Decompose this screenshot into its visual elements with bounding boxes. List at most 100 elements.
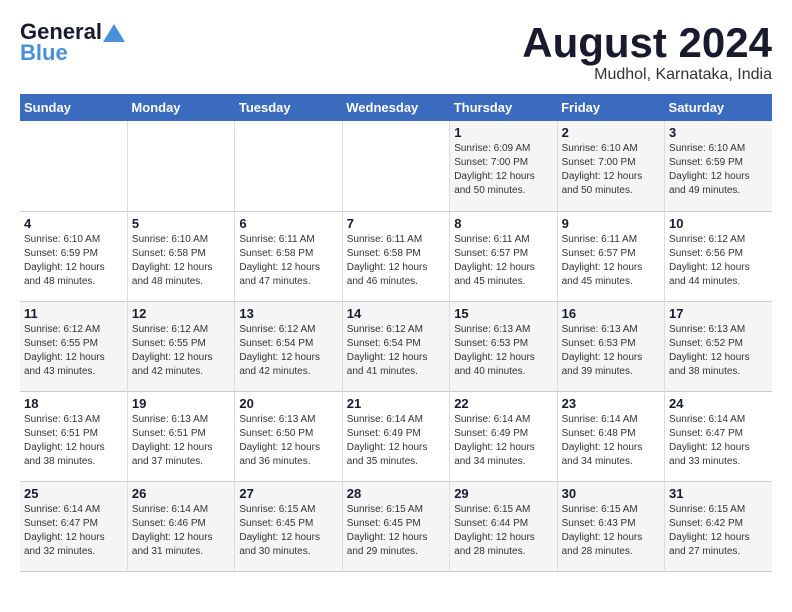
calendar-week-row: 18 Sunrise: 6:13 AM Sunset: 6:51 PM Dayli… — [20, 391, 772, 481]
day-number: 5 — [132, 216, 230, 231]
title-block: August 2024 Mudhol, Karnataka, India — [522, 20, 772, 84]
day-info: Sunrise: 6:13 AM Sunset: 6:50 PM Dayligh… — [239, 413, 337, 469]
day-info: Sunrise: 6:10 AM Sunset: 6:58 PM Dayligh… — [132, 233, 230, 289]
day-info: Sunrise: 6:09 AM Sunset: 7:00 PM Dayligh… — [454, 142, 552, 198]
day-number: 8 — [454, 216, 552, 231]
day-number: 26 — [132, 486, 230, 501]
day-info: Sunrise: 6:13 AM Sunset: 6:53 PM Dayligh… — [454, 323, 552, 379]
calendar-day-cell: 19 Sunrise: 6:13 AM Sunset: 6:51 PM Dayli… — [127, 391, 234, 481]
calendar-day-cell: 11Sunrise: 6:12 AM Sunset: 6:55 PM Dayli… — [20, 301, 127, 391]
subtitle: Mudhol, Karnataka, India — [522, 66, 772, 84]
day-info: Sunrise: 6:13 AM Sunset: 6:53 PM Dayligh… — [562, 323, 660, 379]
calendar-day-cell: 14 Sunrise: 6:12 AM Sunset: 6:54 PM Dayli… — [342, 301, 449, 391]
logo-triangle-icon — [103, 24, 125, 42]
calendar-day-cell: 15 Sunrise: 6:13 AM Sunset: 6:53 PM Dayli… — [450, 301, 557, 391]
logo: General Blue — [20, 20, 125, 66]
weekday-header-row: SundayMondayTuesdayWednesdayThursdayFrid… — [20, 94, 772, 121]
day-info: Sunrise: 6:11 AM Sunset: 6:58 PM Dayligh… — [347, 233, 445, 289]
day-info: Sunrise: 6:15 AM Sunset: 6:43 PM Dayligh… — [562, 503, 660, 559]
day-info: Sunrise: 6:12 AM Sunset: 6:54 PM Dayligh… — [347, 323, 445, 379]
day-number: 2 — [562, 125, 660, 140]
calendar-day-cell: 31 Sunrise: 6:15 AM Sunset: 6:42 PM Dayli… — [665, 481, 772, 571]
calendar-header: SundayMondayTuesdayWednesdayThursdayFrid… — [20, 94, 772, 121]
page-header: General Blue August 2024 Mudhol, Karnata… — [20, 20, 772, 84]
calendar-day-cell: 1 Sunrise: 6:09 AM Sunset: 7:00 PM Daylig… — [450, 121, 557, 211]
calendar-table: SundayMondayTuesdayWednesdayThursdayFrid… — [20, 94, 772, 572]
day-info: Sunrise: 6:12 AM Sunset: 6:56 PM Dayligh… — [669, 233, 768, 289]
calendar-day-cell: 9 Sunrise: 6:11 AM Sunset: 6:57 PM Daylig… — [557, 211, 664, 301]
calendar-day-cell: 26 Sunrise: 6:14 AM Sunset: 6:46 PM Dayli… — [127, 481, 234, 571]
calendar-day-cell: 12 Sunrise: 6:12 AM Sunset: 6:55 PM Dayli… — [127, 301, 234, 391]
day-info: Sunrise: 6:14 AM Sunset: 6:46 PM Dayligh… — [132, 503, 230, 559]
calendar-day-cell: 17 Sunrise: 6:13 AM Sunset: 6:52 PM Dayli… — [665, 301, 772, 391]
day-number: 9 — [562, 216, 660, 231]
calendar-day-cell: 7 Sunrise: 6:11 AM Sunset: 6:58 PM Daylig… — [342, 211, 449, 301]
day-info: Sunrise: 6:11 AM Sunset: 6:57 PM Dayligh… — [562, 233, 660, 289]
day-number: 22 — [454, 396, 552, 411]
calendar-day-cell: 21Sunrise: 6:14 AM Sunset: 6:49 PM Dayli… — [342, 391, 449, 481]
day-number: 30 — [562, 486, 660, 501]
day-number: 6 — [239, 216, 337, 231]
day-number: 10 — [669, 216, 768, 231]
day-number: 18 — [24, 396, 123, 411]
calendar-day-cell: 18 Sunrise: 6:13 AM Sunset: 6:51 PM Dayli… — [20, 391, 127, 481]
calendar-body: 1 Sunrise: 6:09 AM Sunset: 7:00 PM Daylig… — [20, 121, 772, 571]
calendar-day-cell: 22Sunrise: 6:14 AM Sunset: 6:49 PM Dayli… — [450, 391, 557, 481]
day-number: 20 — [239, 396, 337, 411]
calendar-empty-cell — [235, 121, 342, 211]
day-info: Sunrise: 6:14 AM Sunset: 6:47 PM Dayligh… — [24, 503, 123, 559]
day-number: 1 — [454, 125, 552, 140]
day-number: 28 — [347, 486, 445, 501]
day-info: Sunrise: 6:12 AM Sunset: 6:54 PM Dayligh… — [239, 323, 337, 379]
day-number: 27 — [239, 486, 337, 501]
calendar-day-cell: 3Sunrise: 6:10 AM Sunset: 6:59 PM Daylig… — [665, 121, 772, 211]
day-info: Sunrise: 6:15 AM Sunset: 6:45 PM Dayligh… — [239, 503, 337, 559]
day-number: 4 — [24, 216, 123, 231]
day-number: 12 — [132, 306, 230, 321]
day-info: Sunrise: 6:15 AM Sunset: 6:42 PM Dayligh… — [669, 503, 768, 559]
day-number: 25 — [24, 486, 123, 501]
day-info: Sunrise: 6:13 AM Sunset: 6:52 PM Dayligh… — [669, 323, 768, 379]
day-info: Sunrise: 6:13 AM Sunset: 6:51 PM Dayligh… — [24, 413, 123, 469]
calendar-day-cell: 13Sunrise: 6:12 AM Sunset: 6:54 PM Dayli… — [235, 301, 342, 391]
weekday-header-thursday: Thursday — [450, 94, 557, 121]
day-number: 23 — [562, 396, 660, 411]
calendar-empty-cell — [342, 121, 449, 211]
calendar-day-cell: 24Sunrise: 6:14 AM Sunset: 6:47 PM Dayli… — [665, 391, 772, 481]
calendar-week-row: 4 Sunrise: 6:10 AM Sunset: 6:59 PM Daylig… — [20, 211, 772, 301]
day-number: 16 — [562, 306, 660, 321]
calendar-day-cell: 8 Sunrise: 6:11 AM Sunset: 6:57 PM Daylig… — [450, 211, 557, 301]
day-number: 11 — [24, 306, 123, 321]
calendar-week-row: 11 Sunrise: 6:12 AM Sunset: 6:55 PM Dayli… — [20, 301, 772, 391]
calendar-day-cell: 29Sunrise: 6:15 AM Sunset: 6:44 PM Dayli… — [450, 481, 557, 571]
calendar-day-cell: 20 Sunrise: 6:13 AM Sunset: 6:50 PM Dayli… — [235, 391, 342, 481]
calendar-day-cell: 10 Sunrise: 6:12 AM Sunset: 6:56 PM Dayli… — [665, 211, 772, 301]
day-number: 7 — [347, 216, 445, 231]
day-info: Sunrise: 6:11 AM Sunset: 6:58 PM Dayligh… — [239, 233, 337, 289]
calendar-day-cell: 2Sunrise: 6:10 AM Sunset: 7:00 PM Daylig… — [557, 121, 664, 211]
day-number: 19 — [132, 396, 230, 411]
calendar-day-cell: 30 Sunrise: 6:15 AM Sunset: 6:43 PM Dayli… — [557, 481, 664, 571]
day-number: 17 — [669, 306, 768, 321]
weekday-header-sunday: Sunday — [20, 94, 127, 121]
calendar-day-cell: 16 Sunrise: 6:13 AM Sunset: 6:53 PM Dayli… — [557, 301, 664, 391]
weekday-header-saturday: Saturday — [665, 94, 772, 121]
day-number: 24 — [669, 396, 768, 411]
calendar-day-cell: 4 Sunrise: 6:10 AM Sunset: 6:59 PM Daylig… — [20, 211, 127, 301]
day-number: 29 — [454, 486, 552, 501]
day-number: 15 — [454, 306, 552, 321]
weekday-header-monday: Monday — [127, 94, 234, 121]
day-info: Sunrise: 6:10 AM Sunset: 6:59 PM Dayligh… — [669, 142, 768, 198]
day-info: Sunrise: 6:10 AM Sunset: 6:59 PM Dayligh… — [24, 233, 123, 289]
day-info: Sunrise: 6:12 AM Sunset: 6:55 PM Dayligh… — [132, 323, 230, 379]
day-number: 31 — [669, 486, 768, 501]
day-number: 21 — [347, 396, 445, 411]
day-info: Sunrise: 6:14 AM Sunset: 6:48 PM Dayligh… — [562, 413, 660, 469]
day-number: 14 — [347, 306, 445, 321]
day-info: Sunrise: 6:11 AM Sunset: 6:57 PM Dayligh… — [454, 233, 552, 289]
weekday-header-wednesday: Wednesday — [342, 94, 449, 121]
logo-blue: Blue — [20, 40, 68, 66]
calendar-day-cell: 23 Sunrise: 6:14 AM Sunset: 6:48 PM Dayli… — [557, 391, 664, 481]
calendar-day-cell: 27 Sunrise: 6:15 AM Sunset: 6:45 PM Dayli… — [235, 481, 342, 571]
day-info: Sunrise: 6:13 AM Sunset: 6:51 PM Dayligh… — [132, 413, 230, 469]
